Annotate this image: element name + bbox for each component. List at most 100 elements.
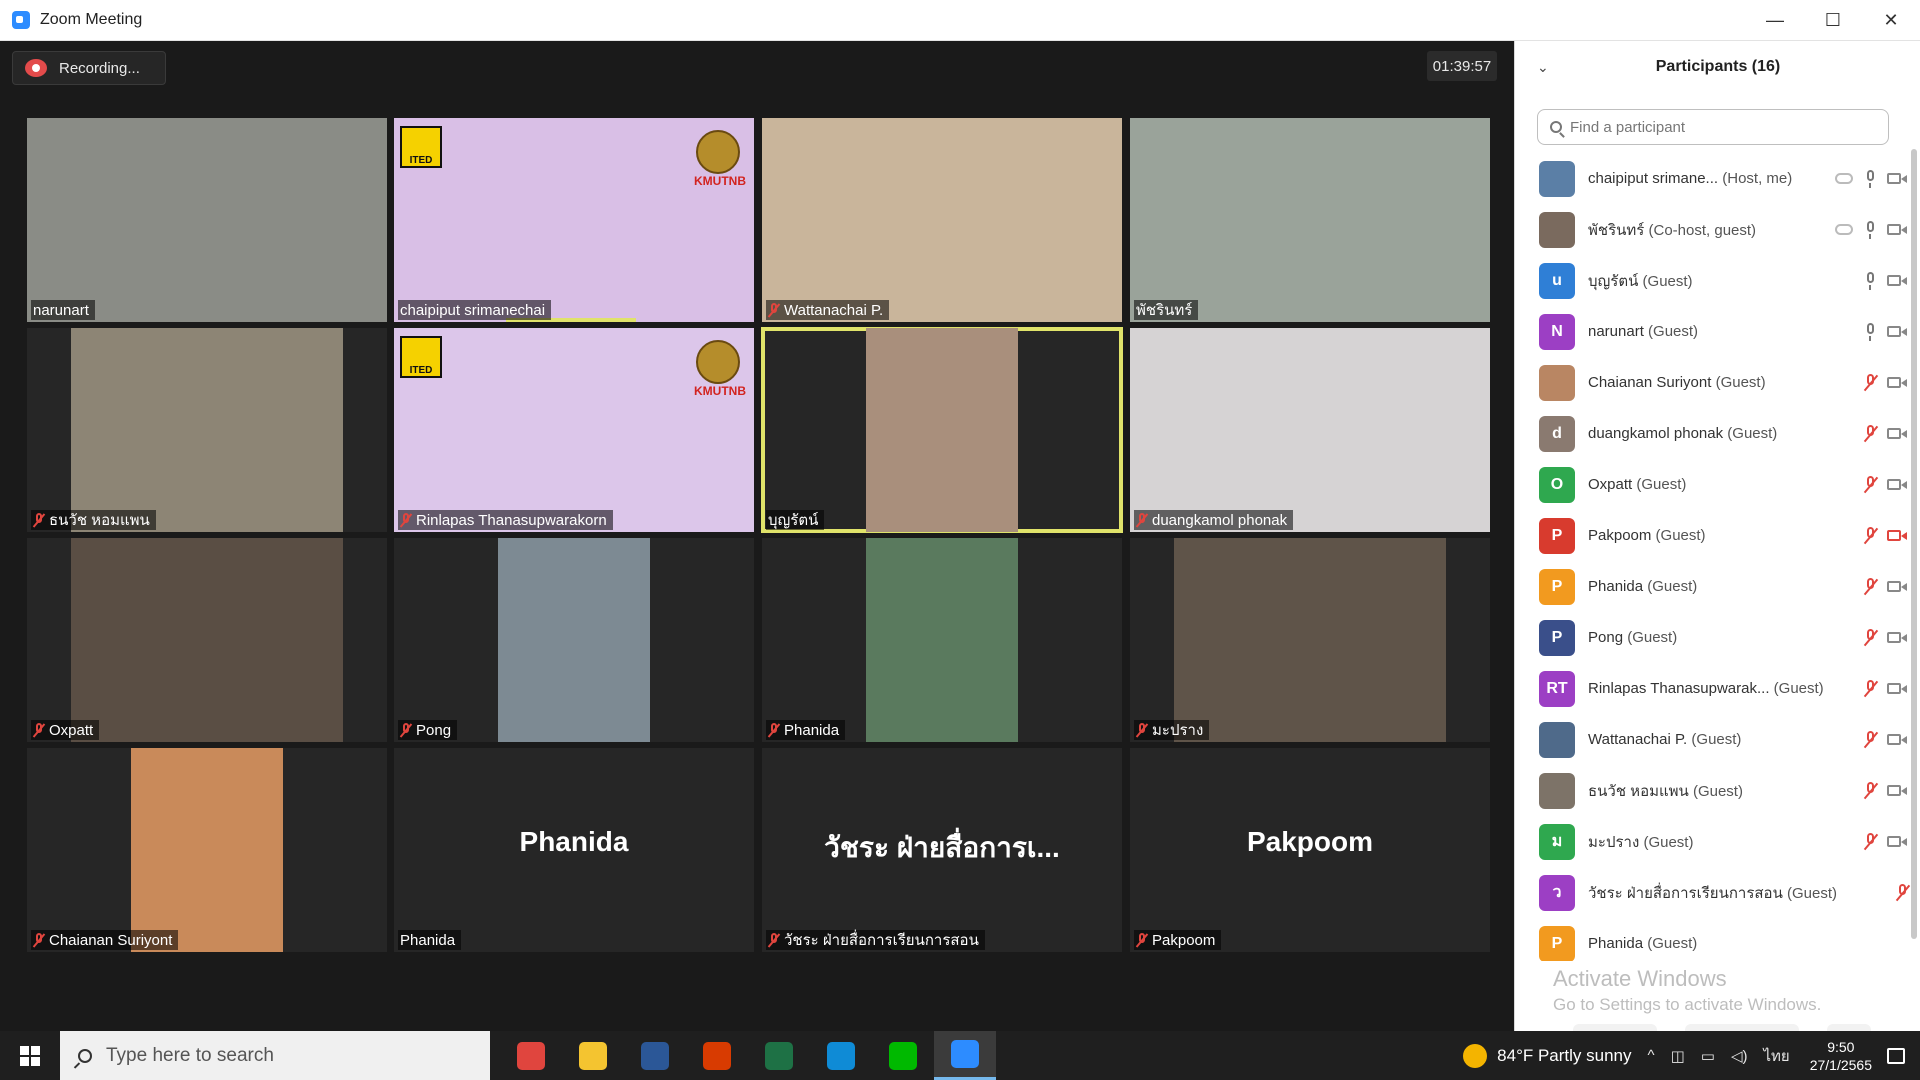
kmutnb-logo-text: KMUTNB bbox=[694, 174, 746, 188]
start-button[interactable] bbox=[0, 1031, 60, 1080]
participant-row[interactable]: Wattanachai P. (Guest) bbox=[1515, 714, 1920, 765]
participant-row[interactable]: P Pakpoom (Guest) bbox=[1515, 510, 1920, 561]
mic-muted-icon[interactable] bbox=[1865, 679, 1875, 698]
chevron-down-icon[interactable]: ⌄ bbox=[1537, 59, 1549, 76]
tile-name-tag: มะปราง bbox=[1134, 720, 1210, 740]
camera-icon[interactable] bbox=[1887, 478, 1907, 491]
video-tile[interactable]: Wattanachai P. bbox=[762, 118, 1122, 322]
camera-icon[interactable] bbox=[1887, 580, 1907, 593]
recording-indicator[interactable]: Recording... bbox=[12, 51, 166, 85]
taskbar-apps bbox=[500, 1031, 996, 1080]
mic-icon[interactable] bbox=[1865, 169, 1875, 188]
participant-row[interactable]: ว วัชระ ฝ่ายสื่อการเรียนการสอน (Guest) bbox=[1515, 867, 1920, 918]
taskbar-app-office[interactable] bbox=[686, 1031, 748, 1080]
camera-icon[interactable] bbox=[1887, 631, 1907, 644]
participant-row[interactable]: พัชรินทร์ (Co-host, guest) bbox=[1515, 204, 1920, 255]
camera-icon[interactable] bbox=[1887, 427, 1907, 440]
participant-row[interactable]: Chaianan Suriyont (Guest) bbox=[1515, 357, 1920, 408]
participant-row[interactable]: d duangkamol phonak (Guest) bbox=[1515, 408, 1920, 459]
participant-row[interactable]: ม มะปราง (Guest) bbox=[1515, 816, 1920, 867]
camera-icon[interactable] bbox=[1887, 325, 1907, 338]
video-tile[interactable]: narunart bbox=[27, 118, 387, 322]
meeting-area: Recording... 01:39:57 narunart ITED KMUTNB… bbox=[0, 41, 1514, 1031]
taskbar-app-edge[interactable] bbox=[810, 1031, 872, 1080]
participants-header: ⌄ Participants (16) bbox=[1515, 41, 1920, 93]
camera-icon[interactable] bbox=[1887, 835, 1907, 848]
participant-row[interactable]: O Oxpatt (Guest) bbox=[1515, 459, 1920, 510]
participant-row[interactable]: P Phanida (Guest) bbox=[1515, 918, 1920, 961]
language-indicator[interactable]: ไทย bbox=[1763, 1044, 1789, 1068]
taskbar-app-zoom[interactable] bbox=[934, 1031, 996, 1080]
video-tile[interactable]: วัชระ ฝ่ายสื่อการเ... วัชระ ฝ่ายสื่อการเร… bbox=[762, 748, 1122, 952]
camera-icon[interactable] bbox=[1887, 223, 1907, 236]
participant-row[interactable]: Nnarunart (Guest) bbox=[1515, 306, 1920, 357]
participant-avatar: P bbox=[1539, 517, 1575, 554]
video-tile[interactable]: Chaianan Suriyont bbox=[27, 748, 387, 952]
mic-muted-icon[interactable] bbox=[1865, 475, 1875, 494]
mic-muted-icon[interactable] bbox=[1865, 832, 1875, 851]
weather-text[interactable]: 84°F Partly sunny bbox=[1497, 1046, 1631, 1066]
participant-avatar bbox=[1539, 772, 1575, 809]
participant-row[interactable]: u บุญรัตน์ (Guest) bbox=[1515, 255, 1920, 306]
camera-off-icon[interactable] bbox=[1887, 529, 1907, 542]
find-participant-input[interactable]: Find a participant bbox=[1537, 109, 1889, 145]
mic-muted-icon[interactable] bbox=[1865, 526, 1875, 545]
tile-name-label: Wattanachai P. bbox=[784, 301, 884, 319]
participant-row[interactable]: P Phanida (Guest) bbox=[1515, 561, 1920, 612]
tile-display-name: วัชระ ฝ่ายสื่อการเ... bbox=[824, 832, 1060, 863]
video-tile[interactable]: มะปราง bbox=[1130, 538, 1490, 742]
camera-icon[interactable] bbox=[1887, 682, 1907, 695]
battery-icon[interactable]: ▭ bbox=[1701, 1047, 1715, 1065]
taskbar-app-word[interactable] bbox=[624, 1031, 686, 1080]
ited-logo: ITED bbox=[400, 336, 442, 378]
participant-row[interactable]: RT Rinlapas Thanasupwarak... (Guest) bbox=[1515, 663, 1920, 714]
video-tile[interactable]: พัชรินทร์ bbox=[1130, 118, 1490, 322]
chevron-up-icon[interactable]: ^ bbox=[1648, 1047, 1655, 1064]
mic-muted-icon[interactable] bbox=[1865, 373, 1875, 392]
activate-windows-watermark: Activate Windows bbox=[1553, 966, 1727, 991]
mic-muted-icon[interactable] bbox=[1865, 577, 1875, 596]
mic-muted-icon[interactable] bbox=[1865, 424, 1875, 443]
participant-row[interactable]: P Pong (Guest) bbox=[1515, 612, 1920, 663]
network-icon[interactable]: ◫ bbox=[1671, 1047, 1685, 1065]
clock[interactable]: 9:50 27/1/2565 bbox=[1810, 1038, 1872, 1074]
taskbar-app-chrome[interactable] bbox=[500, 1031, 562, 1080]
video-tile[interactable]: Phanida Phanida bbox=[394, 748, 754, 952]
video-tile[interactable]: Phanida bbox=[762, 538, 1122, 742]
camera-icon[interactable] bbox=[1887, 172, 1907, 185]
taskbar-app-file-explorer[interactable] bbox=[562, 1031, 624, 1080]
participant-status-icons bbox=[1865, 510, 1907, 561]
participant-name: Phanida (Guest) bbox=[1588, 935, 1698, 952]
mic-muted-icon[interactable] bbox=[1865, 628, 1875, 647]
taskbar-app-line[interactable] bbox=[872, 1031, 934, 1080]
minimize-button[interactable]: — bbox=[1746, 0, 1804, 40]
mic-muted-icon[interactable] bbox=[1865, 730, 1875, 749]
participant-row[interactable]: chaipiput srimane... (Host, me) bbox=[1515, 153, 1920, 204]
video-tile[interactable]: Oxpatt bbox=[27, 538, 387, 742]
camera-icon[interactable] bbox=[1887, 376, 1907, 389]
camera-icon[interactable] bbox=[1887, 274, 1907, 287]
mic-icon[interactable] bbox=[1865, 322, 1875, 341]
camera-icon[interactable] bbox=[1887, 784, 1907, 797]
taskbar-search-box[interactable]: Type here to search bbox=[60, 1031, 490, 1080]
participant-list-scrollbar[interactable] bbox=[1911, 149, 1919, 949]
notification-icon[interactable] bbox=[1872, 1047, 1920, 1064]
close-button[interactable]: ✕ bbox=[1862, 0, 1920, 40]
mic-muted-icon[interactable] bbox=[1865, 781, 1875, 800]
video-tile[interactable]: ITED KMUTNB chaipiput srimanechai bbox=[394, 118, 754, 322]
maximize-button[interactable]: ☐ bbox=[1804, 0, 1862, 40]
video-tile[interactable]: ธนวัช หอมแพน bbox=[27, 328, 387, 532]
participant-row[interactable]: ธนวัช หอมแพน (Guest) bbox=[1515, 765, 1920, 816]
mic-muted-icon[interactable] bbox=[1897, 883, 1907, 902]
video-tile[interactable]: บุญรัตน์ bbox=[761, 327, 1123, 533]
video-tile[interactable]: ITED KMUTNB Rinlapas Thanasupwarakorn bbox=[394, 328, 754, 532]
university-seal-logo bbox=[696, 340, 740, 384]
volume-icon[interactable]: ◁) bbox=[1731, 1047, 1748, 1065]
video-tile[interactable]: Pong bbox=[394, 538, 754, 742]
video-tile[interactable]: Pakpoom Pakpoom bbox=[1130, 748, 1490, 952]
video-tile[interactable]: duangkamol phonak bbox=[1130, 328, 1490, 532]
taskbar-app-excel[interactable] bbox=[748, 1031, 810, 1080]
mic-icon[interactable] bbox=[1865, 220, 1875, 239]
mic-icon[interactable] bbox=[1865, 271, 1875, 290]
camera-icon[interactable] bbox=[1887, 733, 1907, 746]
